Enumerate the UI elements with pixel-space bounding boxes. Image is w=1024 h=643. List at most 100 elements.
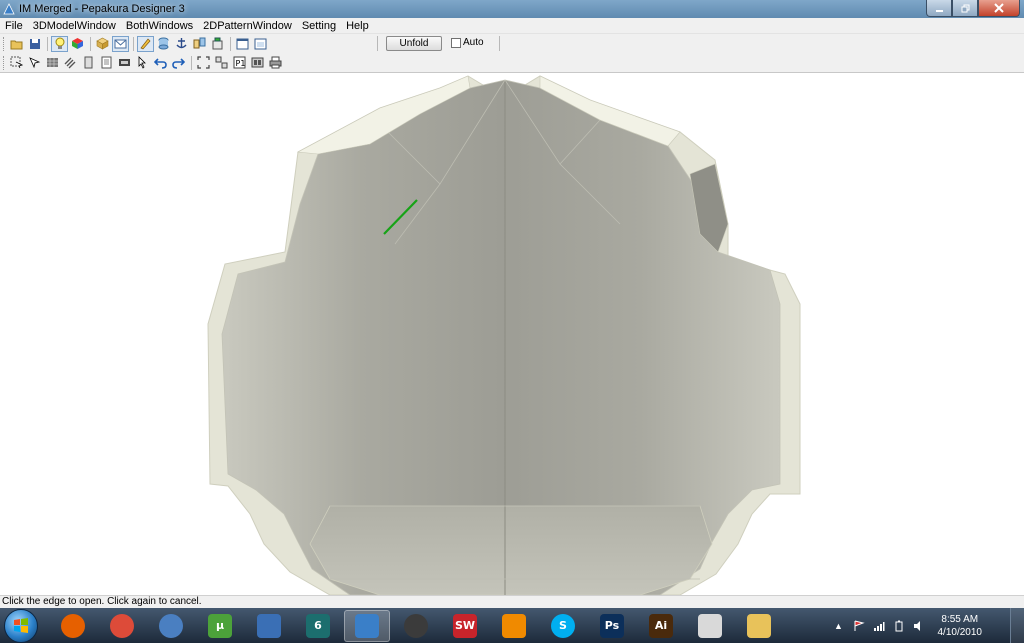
taskbar-app-button[interactable] [50, 610, 96, 642]
window-2d-button[interactable] [252, 36, 269, 52]
main-toolbar: Unfold Auto [0, 34, 1024, 53]
system-clock[interactable]: 8:55 AM 4/10/2010 [938, 613, 983, 639]
join-parts-button[interactable] [155, 36, 172, 52]
anchor-icon [176, 38, 187, 49]
volume-icon[interactable] [912, 619, 926, 633]
texture-edit-button[interactable] [44, 55, 61, 71]
pepakura-app-icon[interactable] [3, 3, 15, 15]
media-player-icon [257, 613, 281, 638]
taskbar-app-button[interactable]: Ps [589, 610, 635, 642]
flap-button[interactable] [209, 36, 226, 52]
show-desktop-button[interactable] [1010, 608, 1024, 643]
menu-help[interactable]: Help [341, 20, 374, 32]
taskbar-app-button[interactable]: Ai [638, 610, 684, 642]
window-icon [254, 38, 267, 49]
page-number-icon: P1 [233, 56, 246, 69]
page-button[interactable] [98, 55, 115, 71]
windows-logo-icon [14, 617, 28, 633]
edit-edge-button[interactable] [137, 35, 154, 52]
close-icon [994, 3, 1004, 13]
status-bar: Click the edge to open. Click again to c… [0, 595, 1024, 608]
part-icon [84, 56, 93, 69]
move-button[interactable] [26, 55, 43, 71]
taskbar-app-button[interactable] [99, 610, 145, 642]
solidworks-icon: SW [453, 613, 477, 638]
align-icon [215, 56, 228, 69]
taskbar-app-button[interactable]: SW [442, 610, 488, 642]
taskbar-app-button[interactable] [736, 610, 782, 642]
menu-bar: File 3DModelWindow BothWindows 2DPattern… [0, 18, 1024, 34]
rotate-part-button[interactable] [80, 55, 97, 71]
cut-parts-button[interactable] [191, 36, 208, 52]
model-lower-band [309, 505, 713, 595]
taskbar-app-button[interactable] [344, 609, 390, 642]
grid-icon [47, 58, 58, 67]
window-3d-button[interactable] [234, 36, 251, 52]
window-controls [926, 0, 1020, 17]
battery-icon[interactable] [892, 619, 906, 633]
anchor-button[interactable] [173, 36, 190, 52]
cursor-mode-button[interactable] [134, 55, 151, 71]
menu-setting[interactable]: Setting [297, 20, 341, 32]
menu-file[interactable]: File [0, 20, 28, 32]
clock-time: 8:55 AM [941, 613, 979, 625]
undo-button[interactable] [152, 55, 169, 71]
envelope-icon [114, 39, 127, 48]
action-center-icon[interactable] [852, 619, 866, 633]
taskbar-app-button[interactable]: 6 [295, 610, 341, 642]
close-button[interactable] [978, 0, 1020, 17]
save-button[interactable] [26, 36, 43, 52]
restore-icon [961, 4, 969, 12]
taskbar-app-button[interactable] [687, 610, 733, 642]
flap-icon [212, 37, 223, 50]
taskbar-app-button[interactable]: S [540, 610, 586, 642]
toolbar-grip[interactable] [3, 55, 6, 70]
page-icon [101, 56, 112, 69]
panel-icon [119, 59, 130, 66]
taskbar-app-button[interactable]: µ [197, 610, 243, 642]
align-button[interactable] [213, 55, 230, 71]
clock-date: 4/10/2010 [937, 626, 983, 638]
taskbar-app-button[interactable] [393, 610, 439, 642]
taskbar-app-button[interactable] [246, 610, 292, 642]
taskbar-apps: µ 6 SW S Ps Ai [50, 609, 785, 642]
color-cube-icon [72, 38, 83, 49]
taskbar-app-button[interactable] [491, 610, 537, 642]
auto-checkbox-label: Auto [463, 37, 484, 48]
fit-view-button[interactable] [195, 55, 212, 71]
redo-button[interactable] [170, 55, 187, 71]
3d-model-viewport[interactable] [0, 74, 1024, 595]
restore-button[interactable] [952, 0, 978, 17]
slash-tool-button[interactable] [62, 55, 79, 71]
menu-2dpatternwindow[interactable]: 2DPatternWindow [198, 20, 297, 32]
pencil-icon [140, 38, 151, 50]
vlc-icon [502, 613, 526, 638]
cursor-icon [138, 56, 146, 69]
fill-button[interactable] [116, 55, 133, 71]
fit-icon [197, 56, 210, 69]
minimize-button[interactable] [926, 0, 952, 17]
print-button[interactable] [267, 55, 284, 71]
start-button[interactable] [4, 608, 38, 643]
texture-button[interactable] [69, 36, 86, 52]
illustrator-icon: Ai [649, 613, 673, 638]
taskbar-app-button[interactable] [148, 610, 194, 642]
show-hidden-icons-icon[interactable]: ▲ [832, 619, 846, 633]
light-button[interactable] [51, 35, 68, 52]
open-file-button[interactable] [8, 36, 25, 52]
page-number-button[interactable]: P1 [231, 55, 248, 71]
toolbar-grip[interactable] [3, 36, 6, 51]
view-3d-button[interactable] [94, 36, 111, 52]
network-icon[interactable] [872, 619, 886, 633]
unfold-button[interactable]: Unfold [386, 36, 442, 51]
menu-bothwindows[interactable]: BothWindows [121, 20, 198, 32]
menu-3dmodelwindow[interactable]: 3DModelWindow [28, 20, 121, 32]
edge-view-button[interactable] [112, 35, 129, 52]
move-icon [29, 57, 41, 69]
auto-checkbox[interactable] [451, 38, 461, 48]
folder-open-icon [10, 40, 22, 49]
layout-button[interactable] [249, 55, 266, 71]
select-icon [10, 56, 23, 69]
3d-model-render[interactable] [0, 74, 1024, 595]
select-button[interactable] [8, 55, 25, 71]
